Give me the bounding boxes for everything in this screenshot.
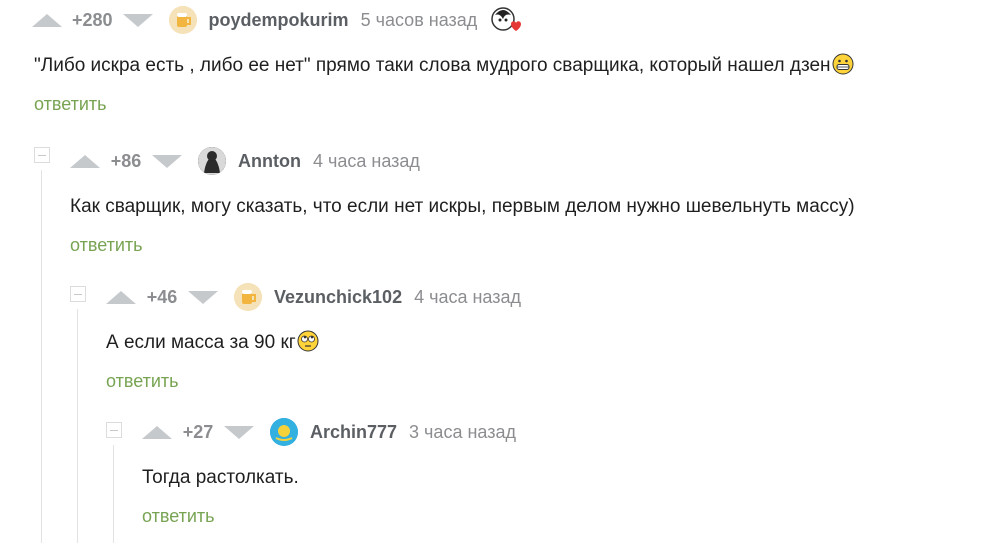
collapse-thread-button[interactable] [106,422,122,438]
comment-time: 5 часов назад [360,9,478,30]
kazakhstan-flag-avatar-icon [270,418,298,446]
thread-branch-line[interactable] [41,170,42,543]
thread-branch-line[interactable] [113,445,114,543]
thread-branch-line[interactable] [77,309,78,543]
username[interactable]: Archin777 [310,422,397,443]
comment-time: 4 часа назад [414,286,522,307]
downvote-arrow-icon[interactable] [188,290,218,304]
upvote-arrow-icon[interactable] [142,425,172,439]
collapse-thread-button[interactable] [34,147,50,163]
rolling-eyes-icon [297,330,319,352]
comment-time: 4 часа назад [312,150,420,171]
user-badge-icon [491,5,522,35]
collapse-thread-button[interactable] [70,286,86,302]
downvote-arrow-icon[interactable] [224,425,254,439]
downvote-arrow-icon[interactable] [152,154,182,168]
upvote-arrow-icon[interactable] [106,290,136,304]
comment-header: +280 poydempokurim 5 часов назад [32,5,522,35]
upvote-arrow-icon[interactable] [70,154,100,168]
username[interactable]: Vezunchick102 [274,287,402,308]
comment-rating: +27 [182,421,214,442]
avatar[interactable] [168,6,197,34]
reply-button[interactable]: ответить [70,235,143,256]
downvote-arrow-icon[interactable] [122,13,153,27]
comment-header: +46 Vezunchick102 4 часа назад [106,283,521,311]
comment-rating: +46 [146,286,178,307]
comment-text: Тогда растолкать. [142,467,299,488]
reply-button[interactable]: ответить [142,506,215,527]
dark-figure-avatar-icon [198,147,226,175]
avatar[interactable] [198,147,226,175]
reply-button[interactable]: ответить [106,371,179,392]
comment-time: 3 часа назад [409,421,516,442]
comment-text: А если масса за 90 кг [106,330,319,355]
upvote-arrow-icon[interactable] [32,13,62,27]
comment-text: "Либо искра есть , либо ее нет" прямо та… [34,53,854,78]
comment-header: +27 Archin777 3 часа назад [142,418,516,446]
comment-header: +86 Annton 4 часа назад [70,147,420,175]
avatar[interactable] [234,283,262,311]
comment-rating: +86 [110,150,142,171]
beer-mug-avatar-icon [234,283,262,311]
comment-text: Как сварщик, могу сказать, что если нет … [70,196,855,217]
beer-mug-avatar-icon [168,6,197,34]
username[interactable]: Annton [238,151,301,172]
avatar[interactable] [270,418,298,446]
reply-button[interactable]: ответить [34,94,107,115]
username[interactable]: poydempokurim [209,10,349,31]
grinning-face-icon [832,53,854,75]
comment-rating: +280 [72,9,113,30]
